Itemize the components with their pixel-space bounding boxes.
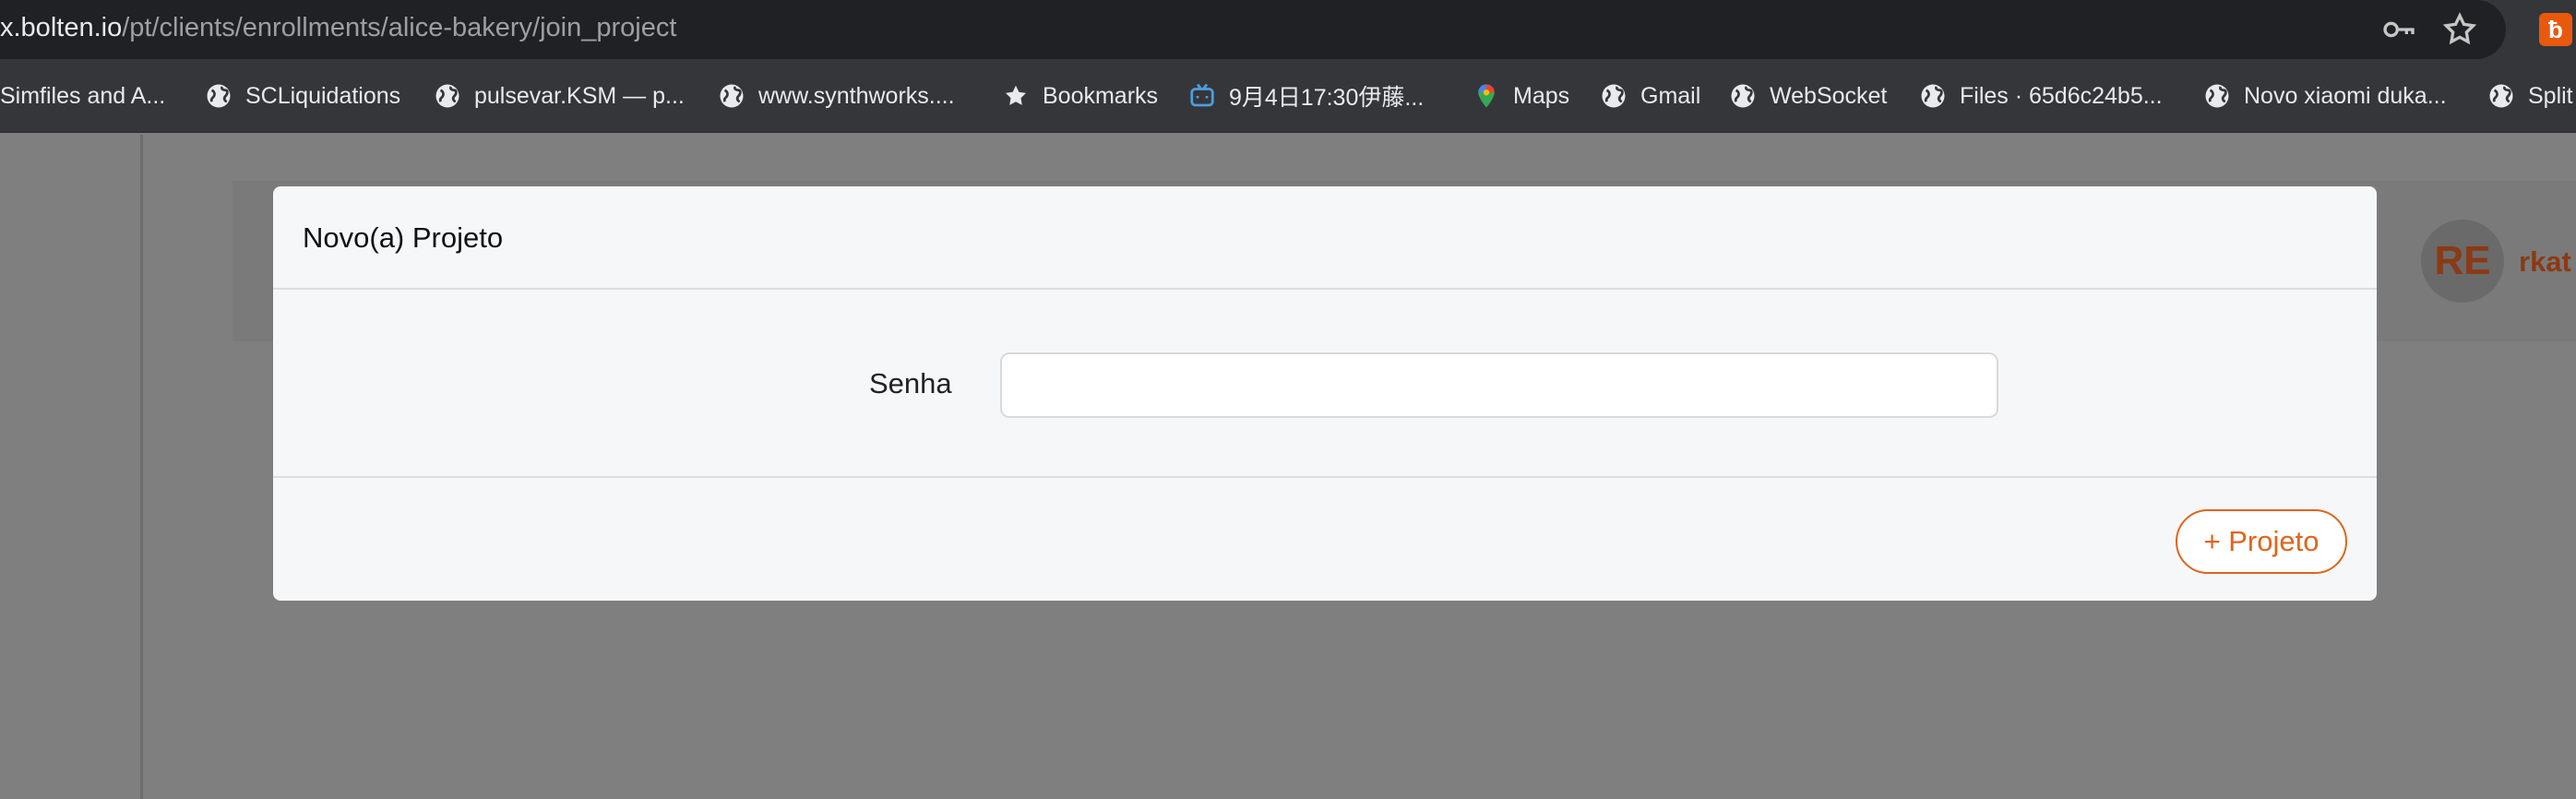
bookmark-item[interactable]: SCLiquidations (205, 59, 400, 133)
modal-header: Novo(a) Projeto (273, 186, 2377, 290)
bookmark-item[interactable]: Files · 65d6c24b5... (1919, 59, 2163, 133)
bookmark-label: Novo xiaomi duka... (2244, 82, 2447, 109)
bookmark-item[interactable]: Bookmarks (1002, 59, 1158, 133)
bookmark-item[interactable]: Maps (1473, 59, 1569, 133)
bookmark-item[interactable]: WebSocket (1729, 59, 1887, 133)
sidebar-divider (140, 135, 143, 799)
globe-icon (2205, 84, 2229, 108)
modal-footer: + Projeto (273, 476, 2377, 601)
bookmarks-bar: Simfiles and A... SCLiquidations pulseva… (0, 59, 2576, 133)
join-project-modal: Novo(a) Projeto Senha + Projeto (273, 186, 2377, 601)
password-label: Senha (869, 367, 952, 400)
bolten-extension-icon[interactable]: ƀ (2539, 13, 2572, 46)
url-text[interactable]: x.bolten.io/pt/clients/enrollments/alice… (0, 13, 676, 43)
globe-icon (435, 84, 459, 108)
bookmark-label: 9月4日17:30伊藤... (1229, 85, 1425, 111)
globe-icon (207, 84, 231, 108)
globe-icon (2489, 84, 2513, 108)
url-path: /pt/clients/enrollments/alice-bakery/joi… (122, 13, 677, 42)
modal-title: Novo(a) Projeto (303, 221, 504, 254)
bookmark-label: Gmail (1640, 82, 1701, 109)
url-host: x.bolten.io (0, 13, 123, 42)
bookmark-item[interactable]: 9月4日17:30伊藤... (1188, 59, 1424, 133)
key-icon[interactable] (2380, 11, 2417, 48)
address-bar[interactable]: x.bolten.io/pt/clients/enrollments/alice… (0, 0, 2506, 59)
bookmark-label: Simfiles and A... (0, 82, 166, 109)
bookmark-label: www.synthworks.... (758, 82, 955, 109)
bookmark-label: Split (2528, 82, 2573, 109)
add-project-button[interactable]: + Projeto (2176, 509, 2347, 574)
bookmark-label: Files · 65d6c24b5... (1960, 82, 2163, 109)
map-pin-icon (1478, 84, 1495, 108)
modal-body: Senha (273, 290, 2377, 476)
browser-toolbar: x.bolten.io/pt/clients/enrollments/alice… (0, 0, 2576, 59)
star-icon[interactable] (2441, 11, 2478, 48)
bookmark-label: Bookmarks (1043, 82, 1159, 109)
globe-icon (720, 84, 744, 108)
globe-icon (1602, 84, 1626, 108)
bookmark-label: pulsevar.KSM — p... (474, 82, 685, 109)
bookmark-label: WebSocket (1770, 82, 1888, 109)
bookmark-item[interactable]: www.synthworks.... (718, 59, 955, 133)
bookmark-label: SCLiquidations (245, 82, 401, 109)
password-input[interactable] (1000, 352, 1998, 418)
avatar[interactable]: RE (2421, 220, 2504, 303)
bilibili-tv-icon (1190, 83, 1214, 107)
globe-icon (1921, 84, 1945, 108)
bookmark-item[interactable]: Novo xiaomi duka... (2203, 59, 2447, 133)
star-icon (1006, 85, 1026, 105)
bookmark-item[interactable]: Simfiles and A... (0, 59, 165, 133)
user-name[interactable]: rkat (2519, 245, 2571, 279)
bookmark-item[interactable]: Gmail (1600, 59, 1700, 133)
globe-icon (1731, 84, 1755, 108)
bookmark-item[interactable]: Split (2487, 59, 2573, 133)
bookmark-item[interactable]: pulsevar.KSM — p... (434, 59, 685, 133)
bookmark-label: Maps (1513, 82, 1570, 109)
